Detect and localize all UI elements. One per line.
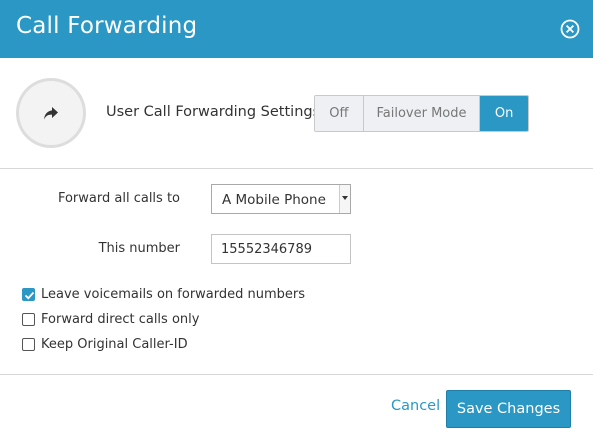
cancel-link[interactable]: Cancel <box>391 398 440 414</box>
number-label: This number <box>98 241 180 256</box>
chevron-down-icon <box>339 185 350 213</box>
close-icon[interactable] <box>560 19 580 39</box>
option-keep-caller-id[interactable]: Keep Original Caller-ID <box>22 336 188 352</box>
settings-label: User Call Forwarding Settings <box>106 104 321 120</box>
option-label: Keep Original Caller-ID <box>41 336 188 352</box>
forward-destination-value: A Mobile Phone <box>222 192 326 208</box>
dialog-header: Call Forwarding <box>0 0 593 58</box>
toggle-failover-button[interactable]: Failover Mode <box>363 96 481 131</box>
footer-divider <box>0 374 593 375</box>
forward-arrow-icon <box>44 107 58 120</box>
forward-label: Forward all calls to <box>57 191 180 206</box>
option-direct-calls-only[interactable]: Forward direct calls only <box>22 311 199 327</box>
forward-destination-select[interactable]: A Mobile Phone <box>211 184 351 214</box>
checkbox-checked[interactable] <box>22 287 35 301</box>
option-label: Forward direct calls only <box>41 311 200 327</box>
checkbox-unchecked[interactable] <box>22 312 35 326</box>
forward-icon-badge <box>16 78 86 148</box>
dialog-title: Call Forwarding <box>16 13 198 39</box>
option-leave-voicemails[interactable]: Leave voicemails on forwarded numbers <box>22 286 305 302</box>
forward-number-input[interactable] <box>211 234 351 264</box>
section-divider <box>0 168 593 169</box>
save-changes-button[interactable]: Save Changes <box>446 390 571 428</box>
toggle-off-button[interactable]: Off <box>315 96 364 131</box>
toggle-on-button[interactable]: On <box>480 96 528 131</box>
check-icon <box>24 291 35 299</box>
checkbox-unchecked[interactable] <box>22 337 35 351</box>
option-label: Leave voicemails on forwarded numbers <box>41 286 306 302</box>
forwarding-mode-toggle: Off Failover Mode On <box>314 95 529 132</box>
